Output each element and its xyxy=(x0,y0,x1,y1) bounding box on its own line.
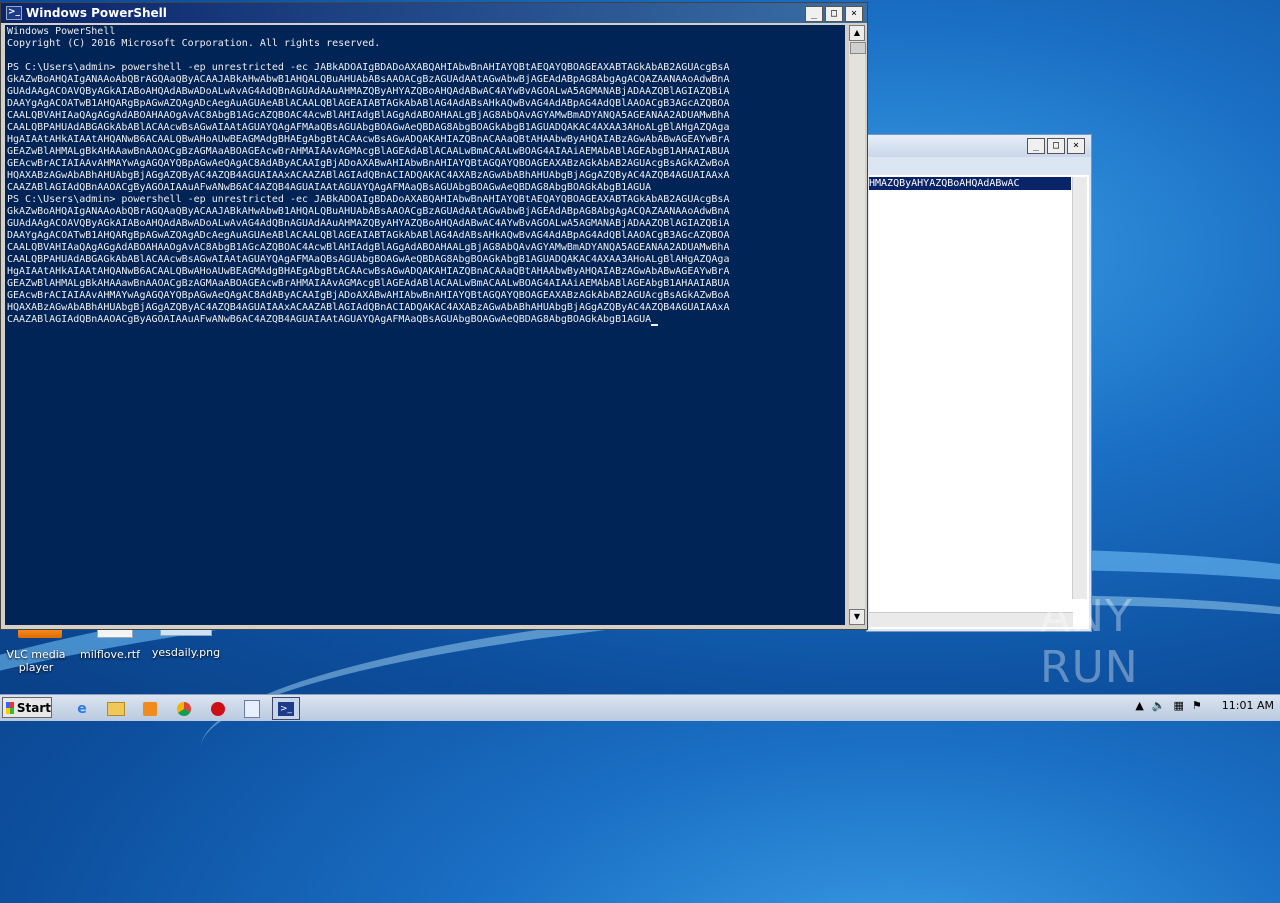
scroll-up-button[interactable]: ▲ xyxy=(849,25,865,41)
console-text: Windows PowerShell Copyright (C) 2016 Mi… xyxy=(7,26,730,326)
notepad-icon xyxy=(244,699,260,718)
scroll-down-button[interactable]: ▼ xyxy=(849,609,865,625)
start-button[interactable]: Start xyxy=(2,697,52,718)
vertical-scrollbar[interactable] xyxy=(1072,177,1087,599)
powershell-titlebar[interactable]: >_ Windows PowerShell xyxy=(1,3,867,23)
desktop-icon-label: VLC media player xyxy=(6,648,66,674)
windows-logo-icon xyxy=(6,701,14,714)
console-scrollbar[interactable]: ▲ ▼ xyxy=(849,25,866,625)
taskbar-powershell[interactable]: >_ xyxy=(272,697,300,720)
maximize-button[interactable]: □ xyxy=(825,6,843,22)
desktop-icon-yesdaily[interactable]: yesdaily.png xyxy=(148,626,224,659)
desktop-icon-vlc[interactable]: VLC media player xyxy=(0,626,74,674)
powershell-icon: >_ xyxy=(278,701,294,716)
background-window-content[interactable]: HMAZQByAHYAZQBoAHQAdABwAC xyxy=(869,175,1089,629)
network-icon[interactable]: ▦ xyxy=(1174,699,1184,712)
internet-explorer-icon: e xyxy=(77,700,87,717)
taskbar-chrome[interactable] xyxy=(170,697,198,720)
selected-text[interactable]: HMAZQByAHYAZQBoAHQAdABwAC xyxy=(869,177,1071,190)
action-center-flag-icon[interactable]: ⚑ xyxy=(1192,699,1202,712)
chrome-icon xyxy=(177,701,191,716)
opera-icon xyxy=(211,701,225,716)
system-tray: ▲ 🔈 ▦ ⚑ 11:01 AM xyxy=(1135,699,1274,712)
scroll-thumb[interactable] xyxy=(850,42,866,54)
background-window[interactable]: _ □ × HMAZQByAHYAZQBoAHQAdABwAC xyxy=(866,134,1092,632)
taskbar-internet-explorer[interactable]: e xyxy=(68,697,96,720)
taskbar-file-explorer[interactable] xyxy=(102,697,130,720)
powershell-icon: >_ xyxy=(6,6,22,20)
taskbar-opera[interactable] xyxy=(204,697,232,720)
desktop-icon-label: yesdaily.png xyxy=(151,646,221,659)
taskbar-media-player[interactable] xyxy=(136,697,164,720)
taskbar-notepad[interactable] xyxy=(238,697,266,720)
console-output[interactable]: Windows PowerShell Copyright (C) 2016 Mi… xyxy=(5,25,845,625)
taskbar: Start e >_ ▲ 🔈 ▦ ⚑ 11:01 AM xyxy=(0,694,1280,721)
watermark-text: ANY RUN xyxy=(1040,591,1139,693)
text-cursor xyxy=(651,324,659,326)
minimize-button[interactable]: _ xyxy=(805,6,823,22)
minimize-button[interactable]: _ xyxy=(1027,138,1045,154)
powershell-window[interactable]: >_ Windows PowerShell _ □ × Windows Powe… xyxy=(0,2,868,630)
desktop-icon-milflove[interactable]: milflove.rtf xyxy=(72,626,148,661)
folder-icon xyxy=(107,701,125,716)
start-label: Start xyxy=(16,700,51,715)
volume-icon[interactable]: 🔈 xyxy=(1152,699,1166,712)
window-title: Windows PowerShell xyxy=(26,6,167,20)
desktop-icon-label: milflove.rtf xyxy=(80,648,140,661)
clock[interactable]: 11:01 AM xyxy=(1222,699,1274,712)
show-hidden-icons-icon[interactable]: ▲ xyxy=(1135,699,1143,712)
media-player-icon xyxy=(143,701,157,716)
close-button[interactable]: × xyxy=(845,6,863,22)
anyrun-watermark: ANY RUN xyxy=(1040,591,1240,693)
maximize-button[interactable]: □ xyxy=(1047,138,1065,154)
close-button[interactable]: × xyxy=(1067,138,1085,154)
